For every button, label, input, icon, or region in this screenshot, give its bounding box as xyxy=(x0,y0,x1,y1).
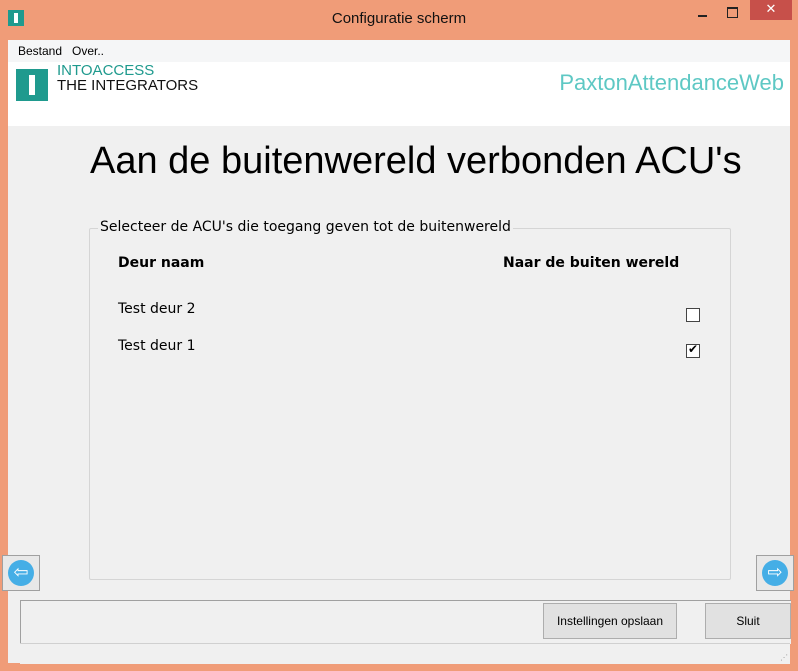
previous-button[interactable]: ⇦ xyxy=(2,555,40,591)
arrow-right-icon: ⇨ xyxy=(762,560,788,586)
window-title: Configuratie scherm xyxy=(331,10,467,27)
product-name: PaxtonAttendanceWeb xyxy=(559,70,784,95)
menu-bestand[interactable]: Bestand xyxy=(18,44,62,58)
column-header-outside: Naar de buiten wereld xyxy=(503,255,680,271)
arrow-left-icon: ⇦ xyxy=(8,560,34,586)
column-header-door-name: Deur naam xyxy=(118,255,205,271)
page-title: Aan de buitenwereld verbonden ACU's xyxy=(90,140,742,182)
outside-checkbox-test-deur-1[interactable] xyxy=(686,342,700,358)
groupbox-legend: Selecteer de ACU's die toegang geven tot… xyxy=(98,219,513,235)
status-bar: ⋰ xyxy=(20,643,790,664)
close-window-button[interactable]: ✕ xyxy=(750,0,792,20)
client-area: Bestand Over.. INTOACCESS THE INTEGRATOR… xyxy=(2,40,794,664)
header-banner: INTOACCESS THE INTEGRATORS PaxtonAttenda… xyxy=(8,62,790,126)
menu-bar: Bestand Over.. xyxy=(8,40,790,62)
logo-line-2: THE INTEGRATORS xyxy=(57,77,199,94)
minimize-button[interactable] xyxy=(688,0,718,26)
title-bar[interactable]: Configuratie scherm ✕ xyxy=(0,0,798,40)
door-name-test-deur-2: Test deur 2 xyxy=(118,301,196,317)
next-button[interactable]: ⇨ xyxy=(756,555,794,591)
close-button[interactable]: Sluit xyxy=(705,603,791,639)
menu-over[interactable]: Over.. xyxy=(72,44,104,58)
save-settings-button[interactable]: Instellingen opslaan xyxy=(543,603,677,639)
maximize-button[interactable] xyxy=(718,0,748,26)
resize-grip-icon[interactable]: ⋰ xyxy=(780,653,788,662)
intoaccess-logo-icon xyxy=(16,69,48,101)
button-bar: Instellingen opslaan Sluit xyxy=(20,600,791,644)
acu-groupbox: Selecteer de ACU's die toegang geven tot… xyxy=(89,219,731,580)
outside-checkbox-test-deur-2[interactable] xyxy=(686,308,700,322)
door-name-test-deur-1: Test deur 1 xyxy=(118,338,196,354)
application-window: Configuratie scherm ✕ Bestand Over.. INT… xyxy=(0,0,798,671)
